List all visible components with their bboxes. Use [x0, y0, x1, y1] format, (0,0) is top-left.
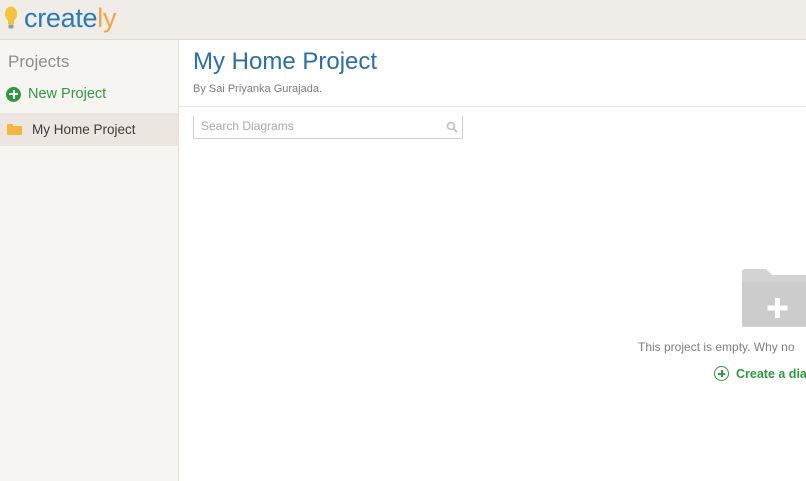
sidebar-title: Projects: [8, 52, 70, 71]
projects-sidebar: Projects New Project My Home Project: [0, 40, 179, 481]
new-project-label: New Project: [28, 86, 107, 102]
search-icon[interactable]: [446, 120, 458, 133]
plus-circle-icon: [6, 86, 21, 102]
top-bar: creately: [0, 0, 806, 40]
new-project-button[interactable]: New Project: [6, 86, 106, 102]
search-input[interactable]: [194, 116, 441, 136]
create-diagram-link[interactable]: Create a dia: [714, 366, 806, 381]
add-folder-icon: [740, 268, 806, 328]
project-owner: By Sai Priyanka Gurajada.: [193, 83, 323, 95]
page-title: My Home Project: [193, 48, 378, 75]
create-diagram-label: Create a dia: [736, 366, 806, 381]
logo-wordmark: creately: [24, 3, 117, 33]
sidebar-item-my-home-project[interactable]: My Home Project: [0, 113, 178, 146]
folder-icon: [7, 124, 22, 135]
project-main: My Home Project By Sai Priyanka Gurajada…: [179, 40, 806, 481]
lightbulb-icon: [4, 5, 18, 31]
sidebar-item-label: My Home Project: [32, 122, 136, 137]
plus-circle-icon: [714, 366, 729, 381]
creately-logo[interactable]: creately: [4, 2, 116, 34]
empty-state-message: This project is empty. Why no: [638, 340, 795, 354]
search-box: [193, 116, 463, 139]
project-header: My Home Project By Sai Priyanka Gurajada…: [179, 40, 806, 107]
